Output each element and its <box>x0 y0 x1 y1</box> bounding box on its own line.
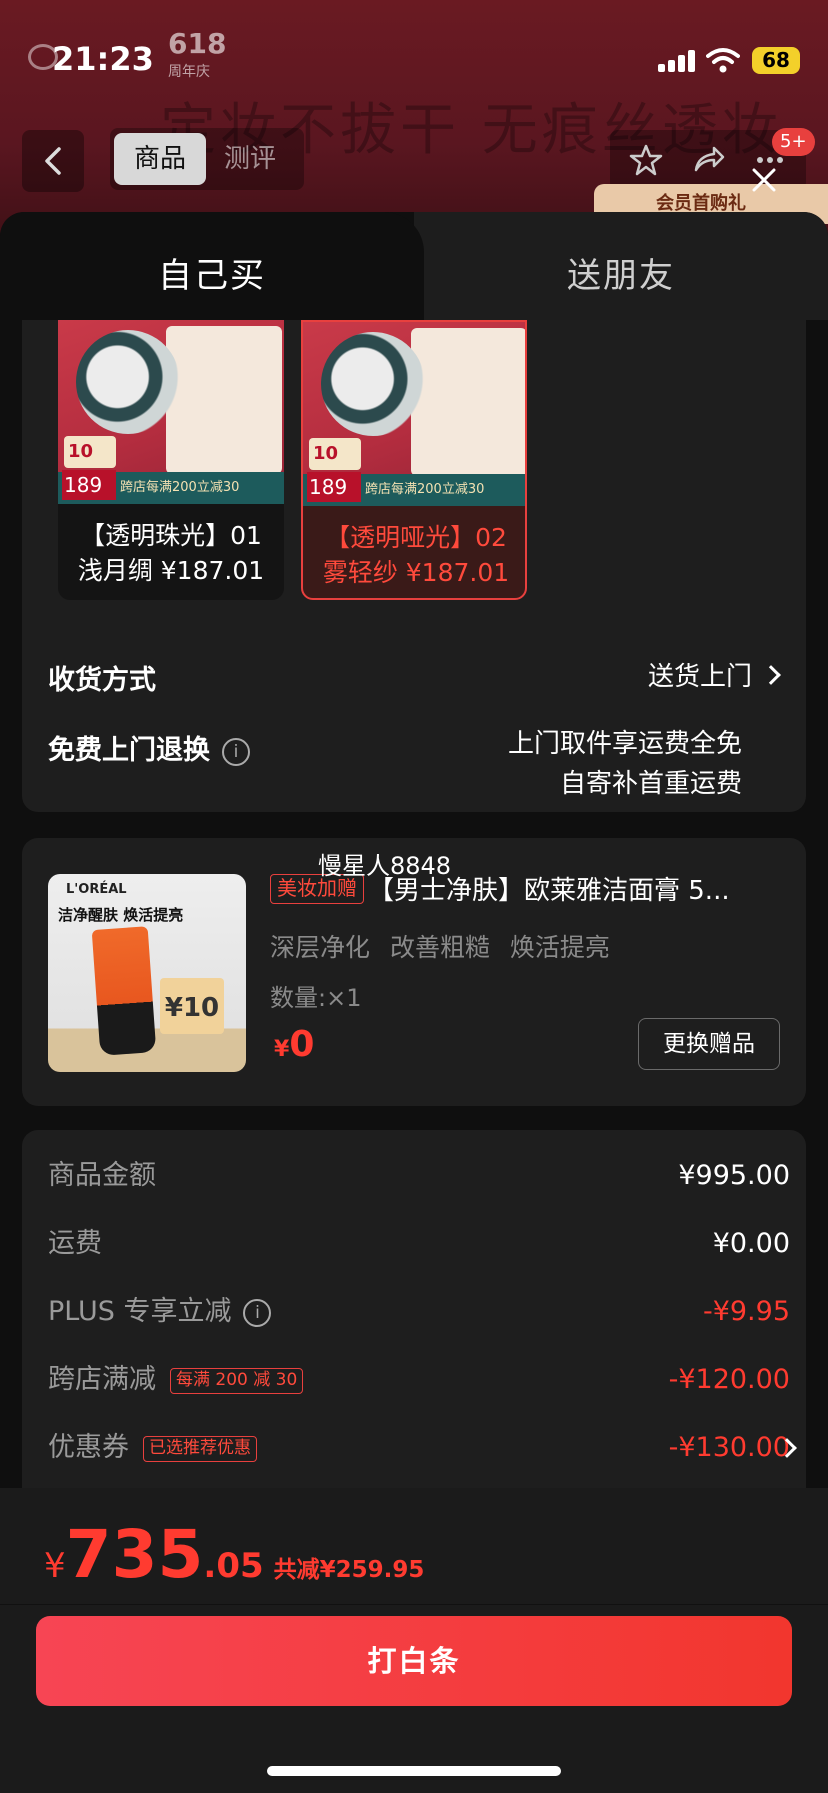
variant-option-02-selected[interactable]: 10 189 跨店每满200立减30 【透明哑光】02 雾轻纱 ¥187.01 <box>301 320 527 600</box>
image-price-badge: 189 <box>62 470 116 500</box>
summary-label: 运费 <box>48 1228 102 1259</box>
gift-image-brand: L'ORÉAL <box>66 882 127 897</box>
gift-price-value: 0 <box>289 1024 315 1065</box>
summary-label-text: PLUS 专享立减 <box>48 1296 232 1327</box>
cleanser-tube-graphic <box>91 926 157 1056</box>
variant-name-line2: 雾轻纱 ¥187.01 <box>322 558 510 587</box>
change-gift-button[interactable]: 更换赠品 <box>638 1018 780 1070</box>
coupon-badge: 10 <box>64 436 116 468</box>
gift-set-panel <box>166 326 282 474</box>
gift-description: 深层净化 改善粗糙 焕活提亮 <box>270 933 610 962</box>
total-decimal: .05 <box>203 1546 264 1586</box>
powder-compact-graphic <box>76 330 180 434</box>
status-time: 21:23 <box>52 40 154 78</box>
info-icon[interactable]: i <box>222 737 250 766</box>
gift-owner-username: 慢星人8848 <box>318 852 452 880</box>
tab-product[interactable]: 商品 <box>114 133 206 185</box>
price-summary-card: 商品金额 ¥995.00 运费 ¥0.00 PLUS 专享立减 i -¥9.95 … <box>22 1130 806 1550</box>
chevron-left-icon <box>45 147 61 175</box>
anniversary-logo: 618 周年庆 <box>168 30 226 86</box>
delivery-method-selector[interactable]: 送货上门 <box>522 650 792 700</box>
promo-tag: 已选推荐优惠 <box>143 1435 257 1462</box>
battery-indicator: 68 <box>752 47 800 74</box>
summary-row-coupon[interactable]: 优惠券 已选推荐优惠 -¥130.00 <box>48 1428 797 1468</box>
summary-value: ¥995.00 <box>678 1160 790 1191</box>
free-return-value-line2: 自寄补首重运费 <box>559 769 742 799</box>
status-bar: 21:23 618 周年庆 68 <box>0 0 828 110</box>
variant-name-line1: 【透明哑光】02 <box>325 523 507 552</box>
summary-label-text: 优惠券 <box>48 1432 129 1463</box>
anniversary-logo-text: 周年庆 <box>168 64 210 80</box>
summary-row-cross-store: 跨店满减 每满 200 减 30 -¥120.00 <box>48 1360 790 1400</box>
coupon-badge: 10 <box>309 438 361 470</box>
variant-option-01[interactable]: 10 189 跨店每满200立减30 【透明珠光】01 浅月绸 ¥187.01 <box>58 320 284 600</box>
tab-gift-to-friend-label: 送朋友 <box>567 256 675 296</box>
free-return-label-text: 免费上门退换 <box>48 735 210 766</box>
gift-price: ¥0 <box>274 1024 314 1065</box>
summary-value: -¥9.95 <box>702 1296 790 1327</box>
powder-compact-graphic <box>321 332 425 436</box>
variant-image: 10 189 跨店每满200立减30 <box>58 320 284 504</box>
summary-row-subtotal: 商品金额 ¥995.00 <box>48 1156 790 1196</box>
divider <box>0 1604 828 1605</box>
checkout-bar: ¥735.05 共减¥259.95 打白条 <box>0 1488 828 1793</box>
total-price: ¥735.05 共减¥259.95 <box>44 1516 424 1593</box>
back-button[interactable] <box>22 130 84 192</box>
image-promo-strip: 跨店每满200立减30 <box>120 480 240 495</box>
delivery-method-label: 收货方式 <box>48 665 156 696</box>
home-indicator <box>267 1766 561 1776</box>
free-return-label: 免费上门退换 i <box>48 728 250 767</box>
variant-image: 10 189 跨店每满200立减30 <box>303 322 525 506</box>
anniversary-logo-number: 618 <box>168 27 227 60</box>
gift-quantity: 数量:×1 <box>270 984 362 1012</box>
variant-name: 【透明哑光】02 雾轻纱 ¥187.01 <box>303 520 525 590</box>
gift-image-coupon: ¥10 <box>160 978 224 1034</box>
info-icon[interactable]: i <box>243 1298 272 1327</box>
options-card: 10 189 跨店每满200立减30 【透明珠光】01 浅月绸 ¥187.01 … <box>22 320 806 812</box>
chevron-right-icon <box>761 665 781 685</box>
summary-row-shipping: 运费 ¥0.00 <box>48 1224 790 1264</box>
total-saved: 共减¥259.95 <box>273 1557 425 1583</box>
summary-value: ¥0.00 <box>712 1228 790 1259</box>
promo-tag: 每满 200 减 30 <box>170 1367 304 1394</box>
gift-set-panel <box>411 328 525 476</box>
gift-price-symbol: ¥ <box>274 1037 290 1062</box>
variant-name-line2: 浅月绸 ¥187.01 <box>77 556 265 585</box>
delivery-method-value: 送货上门 <box>647 662 752 692</box>
summary-label: 商品金额 <box>48 1160 156 1191</box>
gift-product-image[interactable]: L'ORÉAL 洁净醒肤 焕活提亮 ¥10 <box>48 874 246 1072</box>
product-nav-tabs: 商品 测评 <box>110 128 304 190</box>
summary-label: PLUS 专享立减 i <box>48 1292 272 1332</box>
free-return-value-line1: 上门取件享运费全免 <box>507 729 742 759</box>
total-integer: 735 <box>65 1516 204 1593</box>
tab-reviews[interactable]: 测评 <box>224 133 276 185</box>
tab-buy-for-self-label: 自己买 <box>158 256 266 296</box>
variant-name: 【透明珠光】01 浅月绸 ¥187.01 <box>58 518 284 588</box>
summary-value: -¥120.00 <box>668 1364 790 1395</box>
cart-count-badge: 5+ <box>772 128 815 156</box>
summary-label: 优惠券 已选推荐优惠 <box>48 1428 257 1468</box>
pay-with-baitiao-button[interactable]: 打白条 <box>36 1616 792 1706</box>
tab-gift-to-friend[interactable]: 送朋友 <box>414 212 828 320</box>
close-icon[interactable] <box>744 160 784 200</box>
image-promo-strip: 跨店每满200立减30 <box>365 482 485 497</box>
summary-label: 跨店满减 每满 200 减 30 <box>48 1360 304 1400</box>
star-favorite-icon[interactable] <box>628 142 664 178</box>
gift-image-headline: 洁净醒肤 焕活提亮 <box>58 906 184 924</box>
variant-name-line1: 【透明珠光】01 <box>80 521 262 550</box>
total-currency: ¥ <box>44 1546 66 1586</box>
purchase-mode-tabs: 送朋友 自己买 <box>0 212 828 320</box>
wifi-icon <box>706 48 740 73</box>
free-return-value: 上门取件享运费全免 自寄补首重运费 <box>508 724 742 804</box>
share-icon[interactable] <box>690 142 726 178</box>
image-price-badge: 189 <box>307 472 361 502</box>
summary-value: -¥130.00 <box>668 1432 790 1463</box>
summary-row-plus-discount: PLUS 专享立减 i -¥9.95 <box>48 1292 790 1332</box>
summary-label-text: 跨店满减 <box>48 1364 156 1395</box>
cellular-signal-icon <box>658 50 696 72</box>
tab-buy-for-self[interactable]: 自己买 <box>0 212 424 320</box>
